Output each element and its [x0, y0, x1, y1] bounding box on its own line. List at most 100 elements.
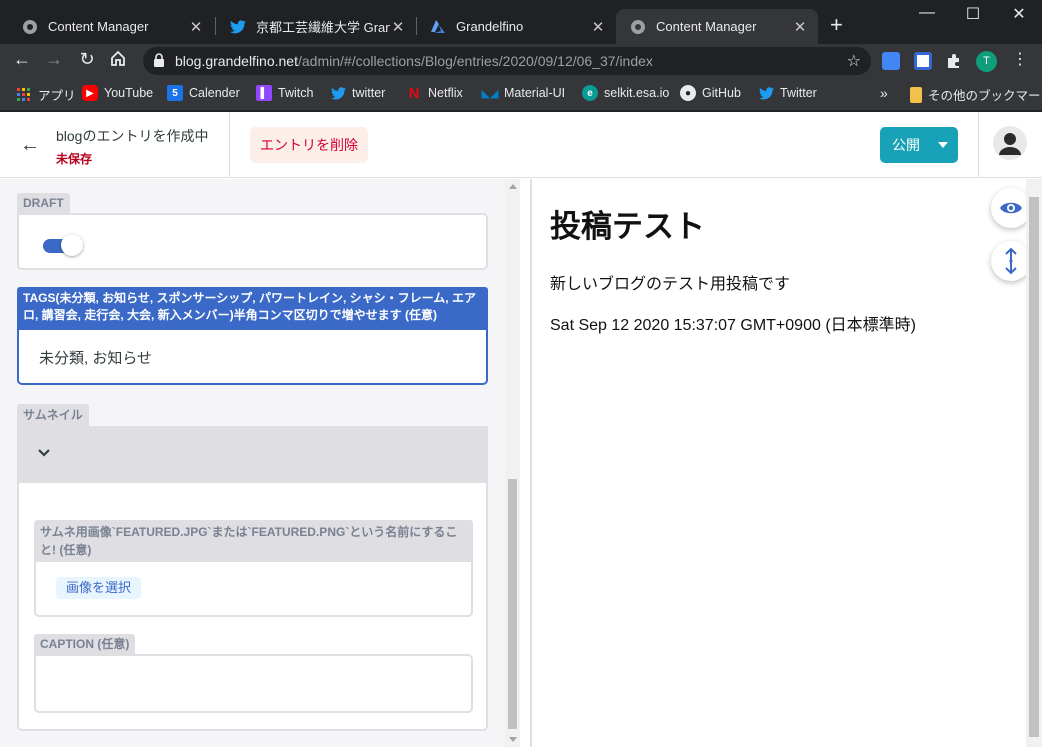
- draft-toggle-knob[interactable]: [61, 234, 83, 256]
- toggle-preview-button[interactable]: [991, 188, 1031, 228]
- bookmark-esa[interactable]: e selkit.esa.io: [582, 85, 669, 101]
- bookmark-label: Calender: [189, 86, 240, 100]
- close-tab-icon[interactable]: ✕: [188, 18, 204, 36]
- forward-icon[interactable]: →: [42, 49, 66, 70]
- browser-tab-strip: Content Manager ✕ 京都工芸繊維大学 Grande ✕ Gran…: [0, 0, 1042, 44]
- close-window-icon[interactable]: ✕: [996, 4, 1042, 24]
- close-tab-icon[interactable]: ✕: [590, 18, 606, 36]
- lock-icon: [153, 53, 165, 72]
- arrow-left-icon[interactable]: ←: [20, 134, 40, 157]
- bookmark-material-ui[interactable]: ◣◢ Material-UI: [482, 85, 566, 101]
- choose-image-button[interactable]: 画像を選択: [56, 577, 142, 599]
- tab-title: Content Manager: [48, 19, 149, 34]
- bookmark-label: Netflix: [428, 86, 463, 100]
- editor-pane: DRAFT TAGS(未分類, お知らせ, スポンサーシップ, パワートレイン,…: [0, 179, 520, 747]
- tab-title: Grandelfino: [456, 19, 524, 34]
- bookmark-github[interactable]: ● GitHub: [680, 85, 741, 101]
- bookmark-youtube[interactable]: ▶ YouTube: [82, 85, 153, 101]
- github-icon: ●: [680, 85, 696, 101]
- shield-extension-icon[interactable]: [914, 52, 932, 70]
- minimize-icon[interactable]: —: [904, 4, 950, 22]
- draft-label: DRAFT: [17, 193, 70, 213]
- twitch-icon: ▌: [256, 85, 272, 101]
- bookmark-twitch[interactable]: ▌ Twitch: [256, 85, 313, 101]
- preview-scrollbar[interactable]: [1026, 179, 1042, 747]
- browser-menu-icon[interactable]: ⋮: [1008, 49, 1032, 69]
- twitter-icon: [330, 85, 346, 101]
- close-tab-icon[interactable]: ✕: [390, 18, 406, 36]
- bookmark-label: twitter: [352, 86, 386, 100]
- tab-title: Content Manager: [656, 19, 757, 34]
- translate-extension-icon[interactable]: [882, 52, 900, 70]
- youtube-icon: ▶: [82, 85, 98, 101]
- url-path: /admin/#/collections/Blog/entries/2020/0…: [298, 53, 653, 69]
- bookmark-label: YouTube: [104, 86, 154, 100]
- avatar[interactable]: [993, 126, 1027, 160]
- url-text: blog.grandelfino.net/admin/#/collections…: [175, 53, 653, 69]
- netflix-icon: N: [408, 84, 420, 102]
- thumbnail-object: サムネ用画像`FEATURED.JPG`または`FEATURED.PNG`という…: [17, 483, 488, 731]
- featured-image-label: サムネ用画像`FEATURED.JPG`または`FEATURED.PNG`という…: [34, 520, 473, 562]
- close-tab-icon[interactable]: ✕: [792, 18, 808, 36]
- reload-icon[interactable]: ↻: [75, 49, 99, 70]
- tab-content-manager-active[interactable]: Content Manager ✕: [616, 9, 818, 44]
- bookmarks-bar: アプリ ▶ YouTube 5 Calender ▌ Twitch twitte…: [0, 78, 1042, 110]
- sync-scroll-button[interactable]: [991, 241, 1031, 281]
- preview-body: 新しいブログのテスト用投稿です: [550, 276, 791, 293]
- preview-scroll-thumb[interactable]: [1029, 197, 1039, 737]
- draft-field: [17, 213, 488, 270]
- thumbnail-label: サムネイル: [17, 404, 89, 426]
- bookmark-label: Material-UI: [504, 86, 566, 100]
- tags-value: 未分類, お知らせ: [39, 350, 153, 367]
- azure-icon: [430, 19, 446, 35]
- bookmark-twitter-lower[interactable]: twitter: [330, 85, 385, 101]
- back-icon[interactable]: ←: [10, 49, 34, 70]
- tags-label: TAGS(未分類, お知らせ, スポンサーシップ, パワートレイン, シャシ・フ…: [17, 287, 488, 329]
- scroll-down-arrow-icon[interactable]: [509, 737, 517, 742]
- esa-icon: e: [582, 85, 598, 101]
- home-icon[interactable]: [106, 49, 130, 72]
- cms-page: ← blogのエントリを作成中 未保存 エントリを削除 公開 DRAFT TAG…: [0, 112, 1042, 747]
- tab-grandelfino[interactable]: Grandelfino ✕: [416, 9, 616, 44]
- preview-pane: 投稿テスト 新しいブログのテスト用投稿です Sat Sep 12 2020 15…: [532, 179, 1026, 747]
- twitter-icon: [230, 19, 246, 35]
- profile-avatar[interactable]: T: [976, 51, 997, 72]
- bookmark-apps[interactable]: アプリ: [16, 85, 76, 104]
- new-tab-button[interactable]: +: [830, 14, 843, 36]
- apps-grid-icon: [16, 87, 32, 103]
- editor-scrollbar[interactable]: [505, 179, 520, 747]
- chevron-down-icon: [38, 449, 50, 457]
- entry-status: 未保存: [56, 152, 93, 166]
- scroll-up-arrow-icon[interactable]: [509, 184, 517, 189]
- twitter-icon: [758, 85, 774, 101]
- editor-header: ← blogのエントリを作成中 未保存 エントリを削除 公開: [0, 112, 1042, 178]
- bookmark-label: selkit.esa.io: [604, 86, 670, 100]
- publish-button[interactable]: 公開: [880, 127, 958, 163]
- scroll-sync-arrows-icon: [1005, 247, 1017, 275]
- tab-kit-twitter[interactable]: 京都工芸繊維大学 Grande ✕: [216, 9, 416, 44]
- header-divider: [229, 112, 230, 178]
- thumbnail-collapse-toggle[interactable]: [17, 426, 488, 483]
- maximize-icon[interactable]: ☐: [950, 4, 996, 24]
- folder-icon: [910, 86, 922, 103]
- bookmark-star-icon[interactable]: ☆: [847, 51, 861, 71]
- bookmark-calender[interactable]: 5 Calender: [167, 85, 240, 101]
- bookmark-label: Twitter: [780, 86, 817, 100]
- featured-image-field: 画像を選択: [34, 560, 473, 617]
- url-host: blog.grandelfino.net: [175, 53, 298, 69]
- tab-content-manager-1[interactable]: Content Manager ✕: [8, 9, 214, 44]
- delete-entry-button[interactable]: エントリを削除: [250, 127, 368, 163]
- address-bar[interactable]: blog.grandelfino.net/admin/#/collections…: [143, 47, 871, 75]
- more-bookmarks-icon[interactable]: »: [880, 85, 888, 101]
- caption-input[interactable]: [34, 654, 473, 713]
- tags-input[interactable]: 未分類, お知らせ: [17, 328, 488, 385]
- other-bookmarks-folder[interactable]: その他のブックマーク: [910, 85, 1042, 104]
- bookmark-twitter[interactable]: Twitter: [758, 85, 817, 101]
- bookmark-netflix[interactable]: N Netflix: [406, 84, 463, 102]
- editor-scroll-thumb[interactable]: [508, 479, 517, 729]
- bookmark-label: アプリ: [38, 89, 76, 103]
- calendar-icon: 5: [167, 85, 183, 101]
- extensions-puzzle-icon[interactable]: [946, 53, 964, 71]
- publish-label: 公開: [892, 137, 920, 153]
- preview-title: 投稿テスト: [550, 209, 705, 244]
